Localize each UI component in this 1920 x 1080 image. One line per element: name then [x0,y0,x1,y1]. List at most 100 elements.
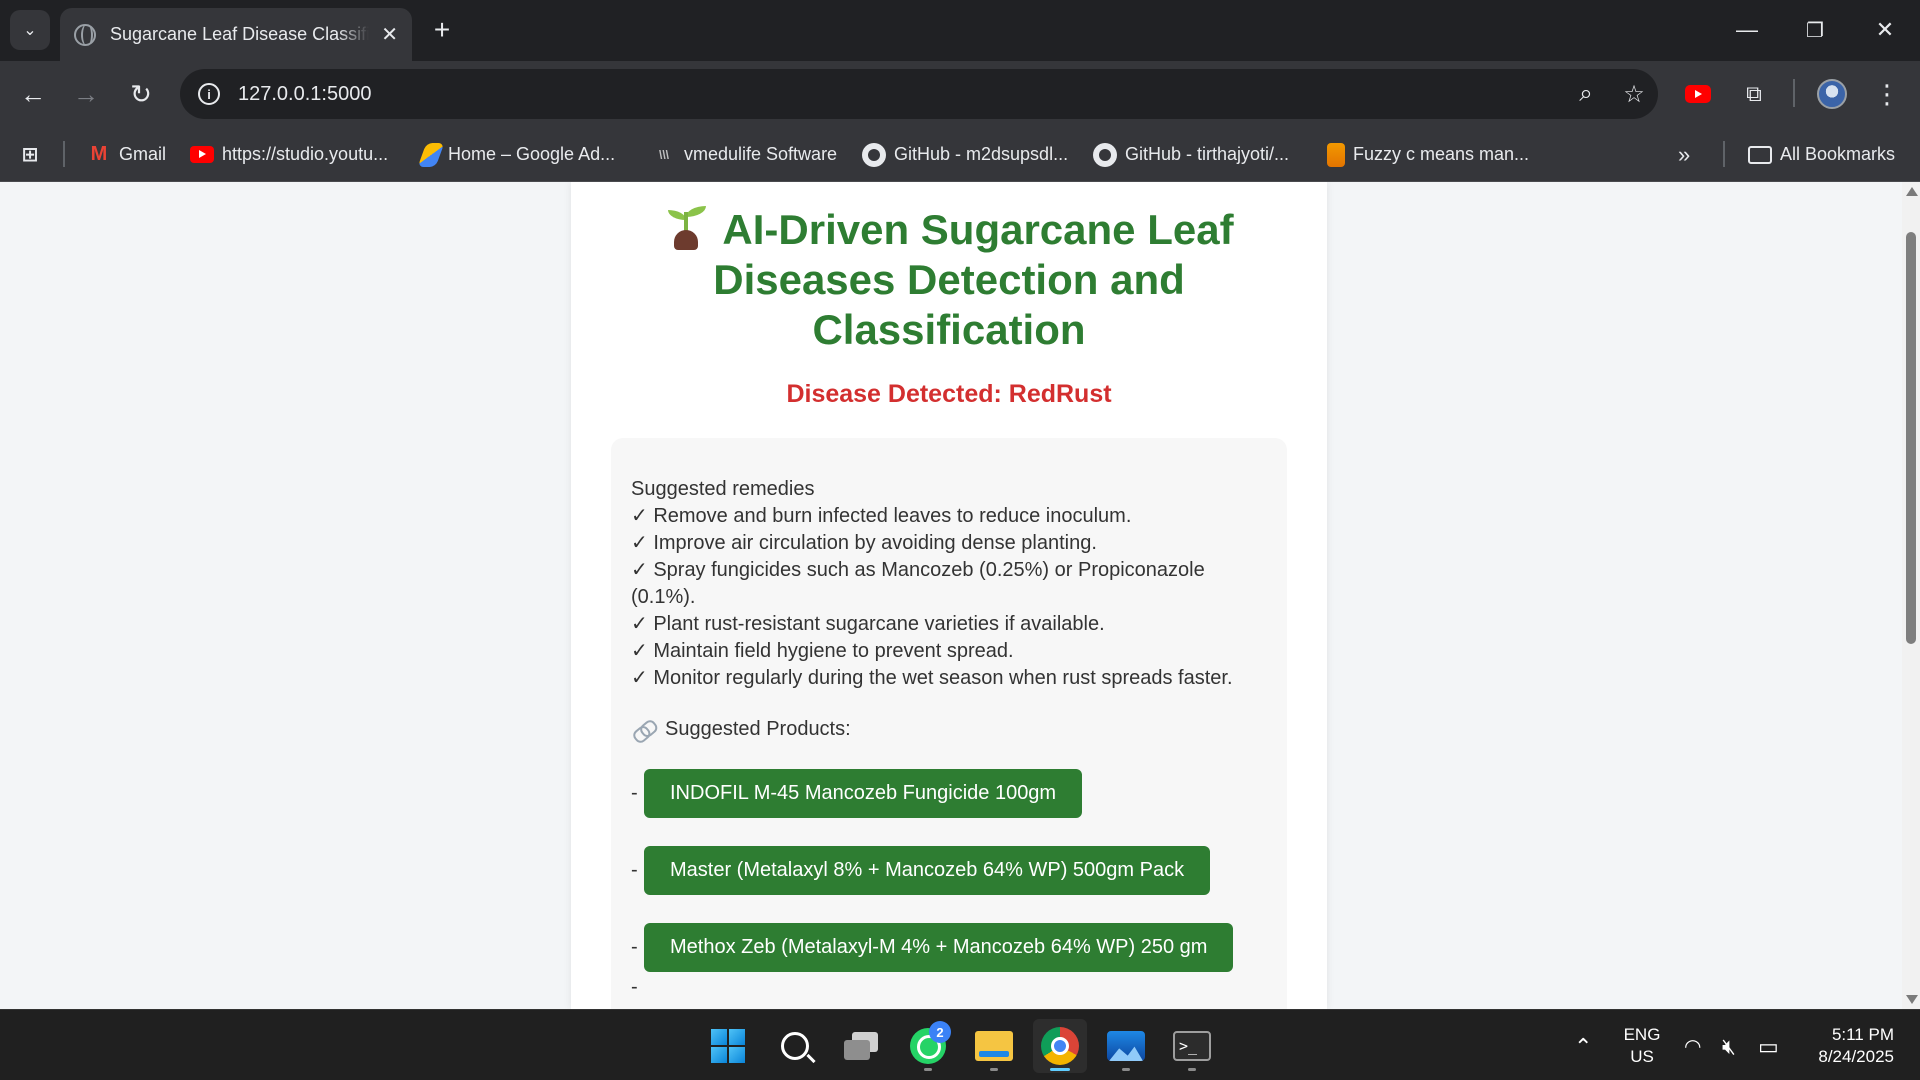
region-code: US [1630,1047,1654,1066]
taskbar-photos[interactable] [1099,1019,1153,1073]
taskbar-search-button[interactable] [768,1019,822,1073]
task-view-icon [844,1032,880,1060]
remedy-item: ✓ Remove and burn infected leaves to red… [631,505,1132,527]
bookmark-label: vmedulife Software [684,144,838,164]
avatar [1817,79,1847,109]
more-vert-icon: ⋮ [1874,78,1900,109]
bookmark-label: Gmail [119,144,167,164]
bookmark-vmedulife[interactable]: \\\ vmedulife Software [652,127,837,182]
bookmark-star-icon[interactable]: ☆ [1610,70,1658,118]
bookmark-github-m2dsupsdl[interactable]: GitHub - m2dsupsdl... [862,127,1068,182]
back-button[interactable]: ← [12,73,54,115]
bookmark-label: Fuzzy c means man... [1353,144,1530,164]
youtube-extension-button[interactable] [1677,73,1719,115]
address-bar[interactable]: i 127.0.0.1:5000 ⌕ ☆ [180,69,1658,119]
running-indicator [1122,1068,1130,1071]
taskbar-terminal[interactable]: >_ [1165,1019,1219,1073]
product-row: - Master (Metalaxyl 8% + Mancozeb 64% WP… [631,846,1267,895]
clock-date: 8/24/2025 [1818,1047,1894,1066]
product-row: - Methox Zeb (Metalaxyl-M 4% + Mancozeb … [631,923,1267,972]
forward-button[interactable]: → [65,73,107,115]
close-window-button[interactable]: ✕ [1860,10,1910,50]
bookmark-google-ads[interactable]: Home – Google Ad... [417,127,616,182]
tab-search-button[interactable]: ⌄ [10,10,50,50]
taskbar-chrome[interactable] [1033,1019,1087,1073]
page-viewport: AI-Driven Sugarcane Leaf Diseases Detect… [0,182,1902,1009]
close-tab-icon[interactable]: ✕ [381,22,398,47]
all-bookmarks-button[interactable]: All Bookmarks [1748,127,1895,182]
photos-icon [1107,1031,1145,1061]
products-heading: Suggested Products: [631,716,1267,743]
product-row: - INDOFIL M-45 Mancozeb Fungicide 100gm [631,769,1267,818]
product-link-master[interactable]: Master (Metalaxyl 8% + Mancozeb 64% WP) … [644,846,1211,895]
clock-time: 5:11 PM [1831,1025,1894,1044]
terminal-icon: >_ [1173,1031,1211,1061]
bookmarks-divider [63,141,65,167]
bookmark-fuzzy-c-means[interactable]: Fuzzy c means man... [1327,127,1529,182]
wifi-icon[interactable]: ◠ [1684,1034,1701,1059]
tab-title: Sugarcane Leaf Disease Classification [110,24,370,44]
reload-button[interactable]: ↻ [120,73,162,115]
scroll-up-icon[interactable] [1906,187,1918,196]
remedy-item: ✓ Plant rust-resistant sugarcane varieti… [631,613,1105,635]
github-icon [862,142,886,167]
running-indicator [1050,1068,1070,1071]
zoom-icon[interactable]: ⌕ [1562,70,1610,118]
toolbar-divider [1793,79,1795,107]
profile-button[interactable] [1811,73,1853,115]
taskbar-whatsapp[interactable]: 2 [901,1019,955,1073]
bookmark-site-icon [1327,142,1345,167]
scroll-down-icon[interactable] [1906,995,1918,1004]
notification-badge: 2 [929,1021,951,1043]
chevron-down-icon: ⌄ [23,22,37,39]
battery-icon[interactable]: ▭ [1758,1034,1779,1060]
scroll-thumb[interactable] [1906,232,1916,644]
tab-bar: ⌄ Sugarcane Leaf Disease Classification … [0,0,1920,61]
running-indicator [990,1068,998,1071]
extensions-button[interactable]: ⧉ [1733,73,1775,115]
bookmarks-bar: ⊞ M Gmail https://studio.youtu... Home –… [0,127,1920,182]
result-box: Suggested remedies ✓ Remove and burn inf… [611,438,1287,1009]
content-card: AI-Driven Sugarcane Leaf Diseases Detect… [571,182,1327,1009]
bookmark-label: Home – Google Ad... [448,144,616,164]
new-tab-button[interactable]: + [424,12,460,48]
list-dash: - [631,976,638,998]
bookmark-label: GitHub - tirthajyoti/... [1125,144,1290,164]
start-button[interactable] [701,1019,755,1073]
double-chevron-right-icon: » [1678,141,1691,167]
bookmark-gmail[interactable]: M Gmail [87,127,166,182]
restore-button[interactable]: ❐ [1790,10,1840,50]
bookmarks-divider [1723,141,1725,167]
bookmark-github-tirthajyoti[interactable]: GitHub - tirthajyoti/... [1093,127,1289,182]
more-bookmarks-button[interactable]: » [1678,127,1690,182]
clock[interactable]: 5:11 PM 8/24/2025 [1796,1024,1894,1068]
chrome-icon [1041,1027,1079,1065]
active-tab[interactable]: Sugarcane Leaf Disease Classification ✕ [60,8,412,61]
vmedulife-icon: \\\ [658,147,669,162]
product-link-methox-zeb[interactable]: Methox Zeb (Metalaxyl-M 4% + Mancozeb 64… [644,923,1234,972]
search-icon [781,1032,809,1060]
google-ads-icon [417,142,445,167]
task-view-button[interactable] [835,1019,889,1073]
youtube-icon [1685,85,1711,103]
apps-button[interactable]: ⊞ [18,127,50,182]
bookmark-youtube-studio[interactable]: https://studio.youtu... [190,127,388,182]
windows-logo-icon [711,1029,745,1063]
github-icon [1093,142,1117,167]
minimize-button[interactable]: — [1722,10,1772,50]
chevron-up-icon[interactable]: ⌃ [1574,1034,1592,1060]
url-text[interactable]: 127.0.0.1:5000 [238,83,1562,106]
windows-taskbar: 2 >_ ⌃ ENG US ◠ 🔇︎ ▭ 5:11 PM 8/24/2025 [0,1009,1920,1080]
product-link-indofil[interactable]: INDOFIL M-45 Mancozeb Fungicide 100gm [644,769,1083,818]
menu-button[interactable]: ⋮ [1866,73,1908,115]
site-info-icon[interactable]: i [198,83,220,105]
language-code: ENG [1623,1025,1661,1044]
disease-detected: Disease Detected: RedRust [786,380,1112,408]
speaker-muted-icon[interactable]: 🔇︎ [1722,1034,1736,1060]
page-scrollbar[interactable] [1902,182,1920,1009]
taskbar-file-explorer[interactable] [967,1019,1021,1073]
language-indicator[interactable]: ENG US [1620,1024,1664,1068]
apps-grid-icon: ⊞ [21,144,39,166]
globe-icon [74,23,96,46]
list-dash: - [631,936,638,958]
